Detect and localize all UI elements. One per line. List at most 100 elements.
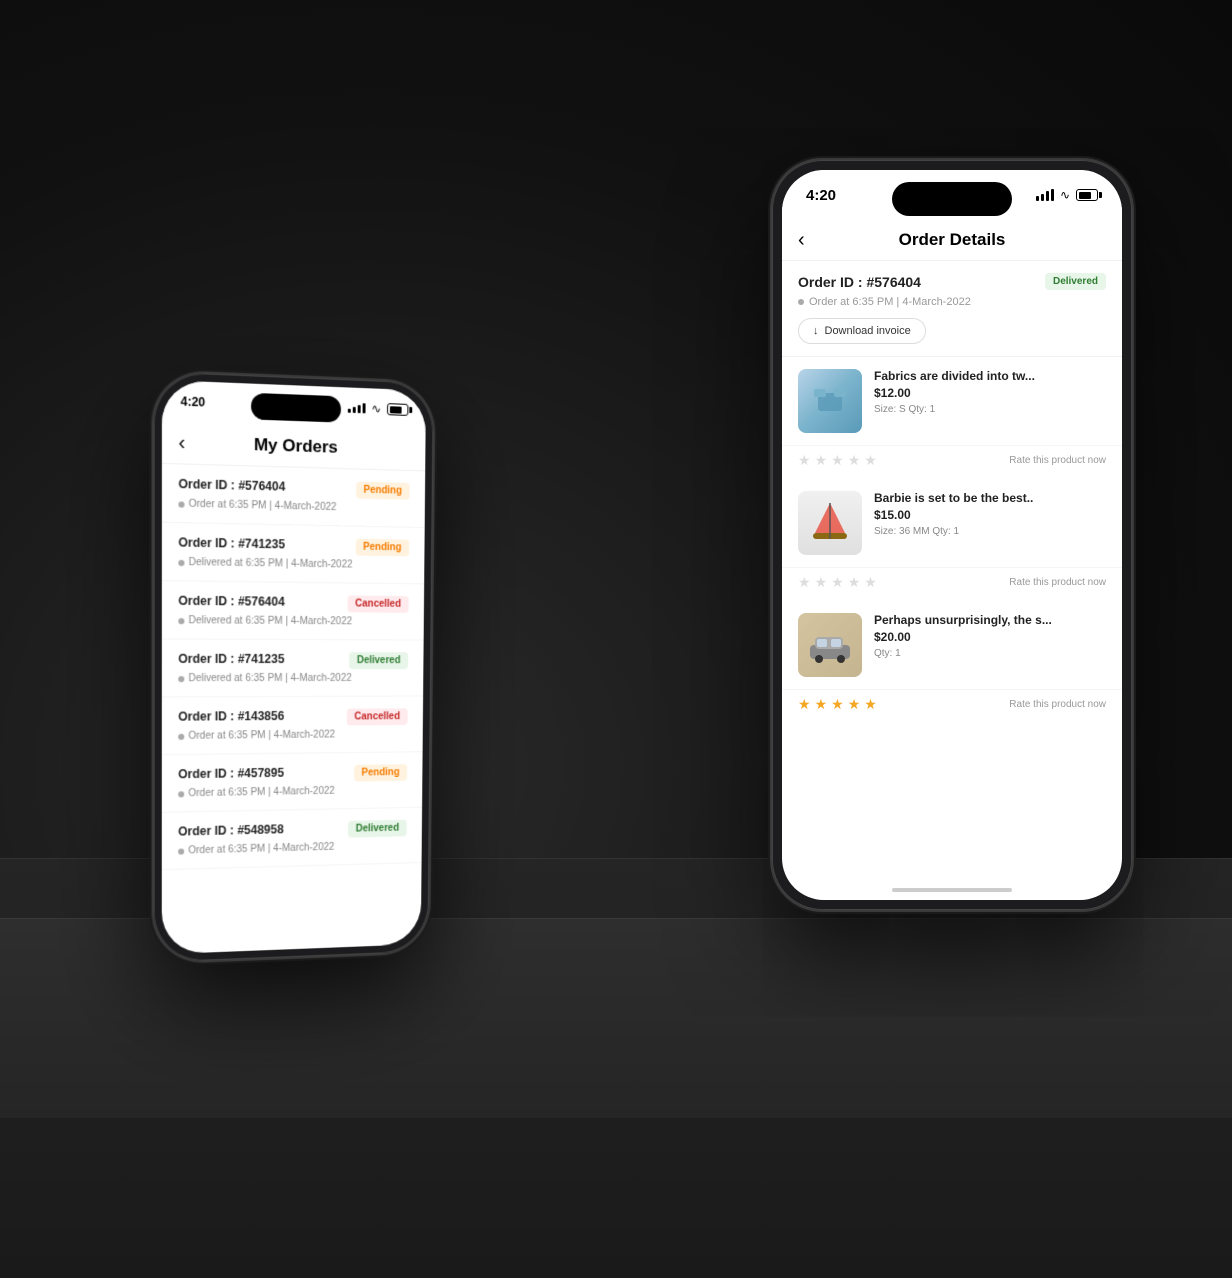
- orders-list: Order ID : #576404 Pending Order at 6:35…: [162, 464, 425, 870]
- product-image-1: [798, 491, 862, 555]
- order-date-text: Order at 6:35 PM | 4-March-2022: [809, 296, 971, 308]
- product-image-2: [798, 613, 862, 677]
- order-date-6: Order at 6:35 PM | 4-March-2022: [178, 840, 406, 857]
- star-2-3[interactable]: ★: [848, 696, 861, 713]
- home-indicator-2: [892, 888, 1012, 892]
- product-info-2: Perhaps unsurprisingly, the s... $20.00 …: [874, 613, 1106, 677]
- product-info-0: Fabrics are divided into tw... $12.00 Si…: [874, 369, 1106, 433]
- order-status-2: Cancelled: [347, 595, 408, 612]
- star-2-1[interactable]: ★: [815, 696, 828, 713]
- order-status-5: Pending: [354, 764, 408, 781]
- star-0-0[interactable]: ★: [798, 452, 811, 469]
- order-dot-0: [178, 501, 184, 507]
- battery-icon-1: [387, 403, 408, 416]
- star-0-2[interactable]: ★: [831, 452, 844, 469]
- order-list-item[interactable]: Order ID : #741235 Pending Delivered at …: [162, 523, 425, 585]
- product-wrapper-2: Perhaps unsurprisingly, the s... $20.00 …: [782, 601, 1122, 723]
- product-item-2: Perhaps unsurprisingly, the s... $20.00 …: [782, 601, 1122, 690]
- order-dot-6: [178, 848, 184, 854]
- rating-row-0: ★★★★★ Rate this product now: [782, 446, 1122, 479]
- star-1-2[interactable]: ★: [831, 574, 844, 591]
- order-list-item[interactable]: Order ID : #576404 Cancelled Delivered a…: [162, 581, 424, 640]
- order-dot-4: [178, 733, 184, 739]
- phone-my-orders: 4:20 ∿ ‹ My Orders: [154, 371, 434, 962]
- rate-label-2: Rate this product now: [1009, 699, 1106, 710]
- status-icons-2: ∿: [1036, 188, 1098, 202]
- download-icon: ↓: [813, 325, 819, 337]
- order-row: Order ID : #457895 Pending: [178, 764, 407, 784]
- product-price-1: $15.00: [874, 508, 1106, 522]
- star-2-2[interactable]: ★: [831, 696, 844, 713]
- wifi-icon-1: ∿: [371, 402, 381, 416]
- product-wrapper-1: Barbie is set to be the best.. $15.00 Si…: [782, 479, 1122, 601]
- product-title-2: Perhaps unsurprisingly, the s...: [874, 613, 1106, 627]
- order-row: Order ID : #741235 Delivered: [178, 652, 408, 669]
- nav-header-2: ‹ Order Details: [782, 220, 1122, 261]
- product-meta-2: Qty: 1: [874, 648, 1106, 659]
- star-0-1[interactable]: ★: [815, 452, 828, 469]
- order-list-item[interactable]: Order ID : #741235 Delivered Delivered a…: [162, 639, 424, 697]
- order-date-2: Delivered at 6:35 PM | 4-March-2022: [178, 615, 408, 628]
- product-meta-0: Size: S Qty: 1: [874, 404, 1106, 415]
- rate-label-1: Rate this product now: [1009, 577, 1106, 588]
- order-id-row: Order ID : #576404 Delivered: [798, 273, 1106, 290]
- star-1-1[interactable]: ★: [815, 574, 828, 591]
- rating-row-2: ★★★★★ Rate this product now: [782, 690, 1122, 723]
- order-id-2: Order ID : #576404: [178, 594, 285, 609]
- order-list-item[interactable]: Order ID : #548958 Delivered Order at 6:…: [162, 808, 422, 870]
- status-time-2: 4:20: [806, 187, 836, 204]
- order-list-item[interactable]: Order ID : #576404 Pending Order at 6:35…: [162, 464, 425, 528]
- products-list: Fabrics are divided into tw... $12.00 Si…: [782, 357, 1122, 723]
- star-1-3[interactable]: ★: [848, 574, 861, 591]
- product-price-2: $20.00: [874, 630, 1106, 644]
- product-item-1: Barbie is set to be the best.. $15.00 Si…: [782, 479, 1122, 568]
- date-dot: [798, 299, 804, 305]
- nav-header-1: ‹ My Orders: [162, 422, 426, 472]
- page-title-2: Order Details: [899, 230, 1006, 250]
- star-0-3[interactable]: ★: [848, 452, 861, 469]
- order-id-0: Order ID : #576404: [178, 477, 285, 494]
- order-id-5: Order ID : #457895: [178, 766, 284, 782]
- order-date-1: Delivered at 6:35 PM | 4-March-2022: [178, 557, 409, 572]
- download-invoice-button[interactable]: ↓ Download invoice: [798, 318, 926, 344]
- order-dot-3: [178, 676, 184, 682]
- product-image-0: [798, 369, 862, 433]
- order-row: Order ID : #576404 Cancelled: [178, 594, 408, 613]
- order-detail-header: Order ID : #576404 Delivered Order at 6:…: [782, 261, 1122, 357]
- order-detail-date: Order at 6:35 PM | 4-March-2022: [798, 296, 1106, 308]
- order-status-4: Cancelled: [346, 708, 407, 725]
- battery-icon-2: [1076, 189, 1098, 201]
- signal-icon-2: [1036, 189, 1054, 201]
- phone-1-screen: 4:20 ∿ ‹ My Orders: [162, 380, 426, 954]
- order-date-4: Order at 6:35 PM | 4-March-2022: [178, 729, 407, 742]
- order-id-6: Order ID : #548958: [178, 822, 284, 838]
- product-wrapper-0: Fabrics are divided into tw... $12.00 Si…: [782, 357, 1122, 479]
- order-date-0: Order at 6:35 PM | 4-March-2022: [178, 498, 409, 514]
- back-button-1[interactable]: ‹: [178, 431, 185, 455]
- order-row: Order ID : #548958 Delivered: [178, 820, 407, 842]
- product-meta-1: Size: 36 MM Qty: 1: [874, 526, 1106, 537]
- order-status-badge: Delivered: [1045, 273, 1106, 290]
- stars-2: ★★★★★: [798, 696, 877, 713]
- product-title-1: Barbie is set to be the best..: [874, 491, 1106, 505]
- order-status-1: Pending: [355, 539, 409, 557]
- order-status-3: Delivered: [349, 652, 408, 669]
- order-status-6: Delivered: [348, 820, 407, 838]
- product-price-0: $12.00: [874, 386, 1106, 400]
- star-1-4[interactable]: ★: [864, 574, 877, 591]
- star-2-0[interactable]: ★: [798, 696, 811, 713]
- order-row: Order ID : #576404 Pending: [178, 477, 409, 500]
- star-1-0[interactable]: ★: [798, 574, 811, 591]
- order-list-item[interactable]: Order ID : #143856 Cancelled Order at 6:…: [162, 696, 423, 755]
- order-id-3: Order ID : #741235: [178, 652, 284, 666]
- back-button-2[interactable]: ‹: [798, 229, 805, 252]
- signal-icon-1: [348, 403, 366, 414]
- star-0-4[interactable]: ★: [864, 452, 877, 469]
- order-list-item[interactable]: Order ID : #457895 Pending Order at 6:35…: [162, 752, 423, 813]
- phone-order-details: 4:20 ∿ ‹ Order Details: [772, 160, 1132, 910]
- stars-1: ★★★★★: [798, 574, 877, 591]
- product-info-1: Barbie is set to be the best.. $15.00 Si…: [874, 491, 1106, 555]
- star-2-4[interactable]: ★: [864, 696, 877, 713]
- product-title-0: Fabrics are divided into tw...: [874, 369, 1106, 383]
- order-status-0: Pending: [356, 481, 410, 499]
